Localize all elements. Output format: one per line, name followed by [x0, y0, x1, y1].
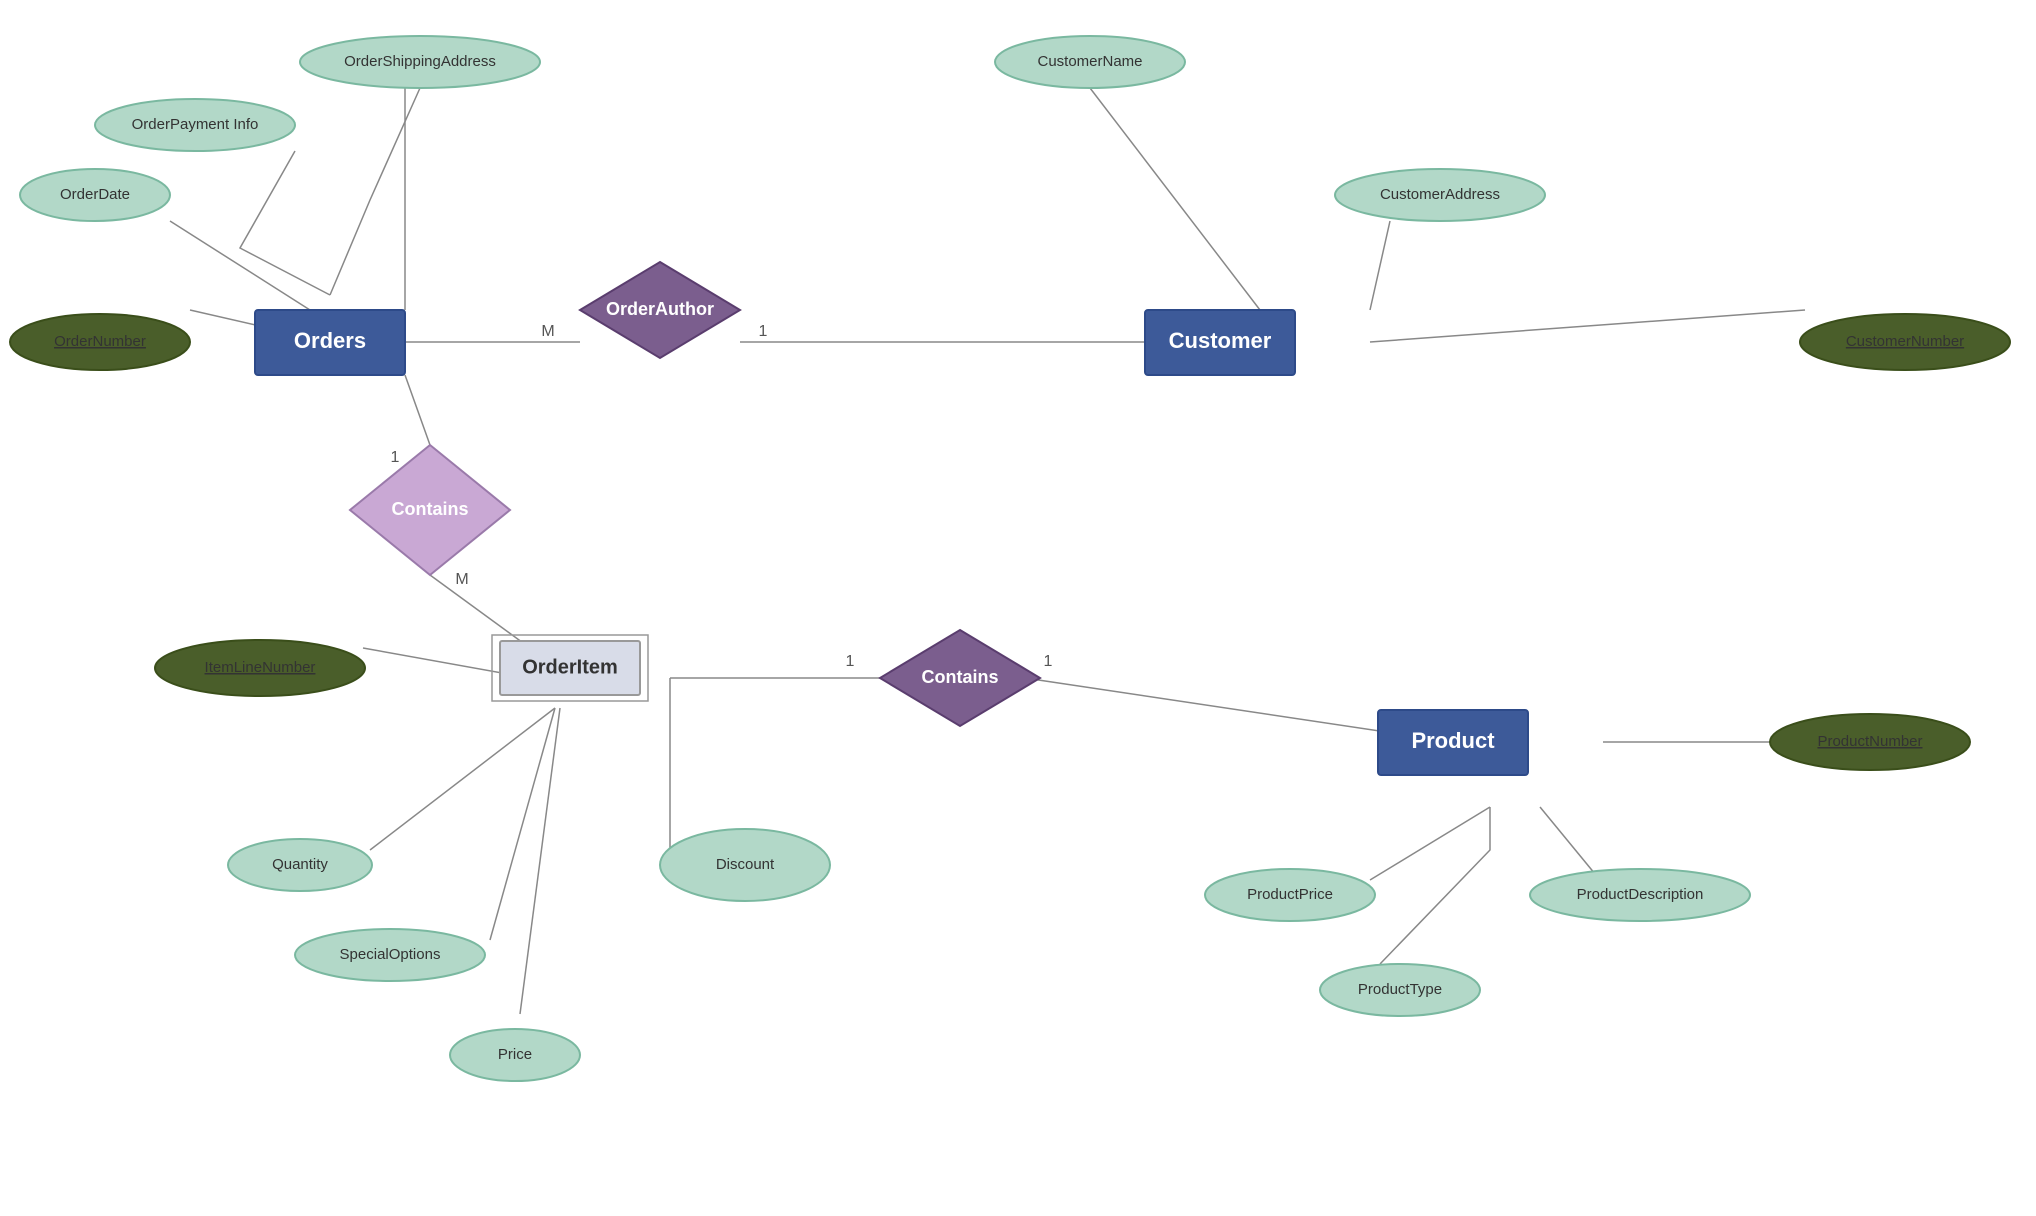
- ordershipping-label: OrderShippingAddress: [344, 53, 496, 70]
- card-1-orderauthor-customer: 1: [759, 323, 768, 340]
- orderpayment-label: OrderPayment Info: [132, 116, 259, 133]
- card-1-contains2-orderitem: 1: [846, 653, 855, 670]
- card-1-contains2-product: 1: [1044, 653, 1053, 670]
- productnumber-label: ProductNumber: [1817, 733, 1922, 750]
- product-label: Product: [1411, 728, 1495, 753]
- card-1-contains1-orders: 1: [391, 449, 400, 466]
- productprice-label: ProductPrice: [1247, 886, 1333, 903]
- card-m-orderauthor-orders: M: [541, 323, 554, 340]
- orderauthor-label: OrderAuthor: [606, 299, 714, 319]
- discount-label: Discount: [716, 856, 775, 873]
- customernumber-label: CustomerNumber: [1846, 333, 1964, 350]
- er-diagram: Orders Customer Product OrderItem OrderA…: [0, 0, 2036, 1216]
- customername-label: CustomerName: [1037, 53, 1142, 70]
- price-label: Price: [498, 1046, 532, 1063]
- contains1-label: Contains: [391, 499, 468, 519]
- card-m-contains1-orderitem: M: [455, 571, 468, 588]
- customeraddress-label: CustomerAddress: [1380, 186, 1500, 203]
- orderdate-label: OrderDate: [60, 186, 130, 203]
- producttype-label: ProductType: [1358, 981, 1442, 998]
- contains2-label: Contains: [921, 667, 998, 687]
- itemlinenumber-label: ItemLineNumber: [205, 659, 316, 676]
- ordernumber-label: OrderNumber: [54, 333, 146, 350]
- orderitem-label: OrderItem: [522, 656, 618, 678]
- productdesc-label: ProductDescription: [1577, 886, 1704, 903]
- specialoptions-label: SpecialOptions: [340, 946, 441, 963]
- quantity-label: Quantity: [272, 856, 328, 873]
- customer-label: Customer: [1169, 328, 1272, 353]
- orders-label: Orders: [294, 328, 366, 353]
